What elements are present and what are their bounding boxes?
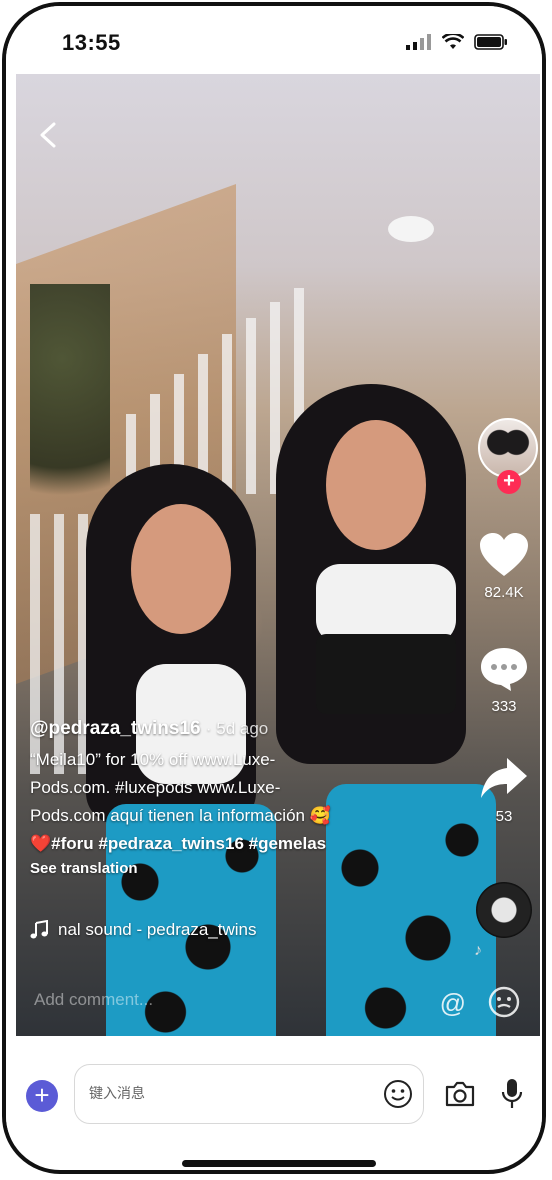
add-attachment-button[interactable]: + <box>26 1080 58 1112</box>
home-indicator[interactable] <box>182 1160 376 1167</box>
battery-icon <box>474 34 507 50</box>
see-translation-link[interactable]: See translation <box>30 860 450 877</box>
chat-input-bar: + <box>6 1036 542 1146</box>
author-username[interactable]: @pedraza_twins16 <box>30 718 201 739</box>
caption-line: “Meila10” for 10% off www.Luxe- <box>30 750 276 769</box>
message-input[interactable] <box>87 1079 371 1109</box>
sound-info[interactable]: nal sound - pedraza_twins <box>30 920 256 940</box>
wifi-icon <box>442 34 464 49</box>
share-count: 53 <box>495 808 513 825</box>
sound-disc-button[interactable] <box>476 882 532 938</box>
video-author[interactable]: @pedraza_twins16 · 5d ago <box>30 718 450 740</box>
video-background-detector <box>388 216 434 242</box>
signal-icon <box>406 34 431 50</box>
caption-text: “Meila10” for 10% off www.Luxe- Pods.com… <box>30 746 450 858</box>
comment-button[interactable]: 333 <box>468 646 540 715</box>
sound-name: nal sound - pedraza_twins <box>58 920 257 939</box>
caption-line: Pods.com. #luxepods www.Luxe- <box>30 778 281 797</box>
back-arrow-icon <box>40 122 56 148</box>
comment-icon <box>481 648 527 691</box>
follow-button[interactable]: + <box>497 470 521 494</box>
emoji-icon[interactable] <box>488 986 520 1018</box>
like-button[interactable]: 82.4K <box>468 532 540 601</box>
share-button[interactable]: 53 <box>468 756 540 825</box>
comment-count: 333 <box>491 698 517 715</box>
phone-frame: 13:55 + 82.4K 333 53 ♪ @pedraza_twins16 … <box>2 2 546 1174</box>
music-note-icon <box>30 920 48 939</box>
floating-music-note-icon: ♪ <box>474 942 482 959</box>
message-input-box[interactable] <box>74 1064 424 1124</box>
add-comment-field[interactable]: Add comment... <box>34 990 153 1010</box>
caption-line: ❤️#foru #pedraza_twins16 #gemelas <box>30 834 327 853</box>
microphone-icon[interactable] <box>500 1078 524 1110</box>
status-icons <box>406 34 508 50</box>
posted-ago: · 5d ago <box>205 719 269 738</box>
video-player[interactable]: + 82.4K 333 53 ♪ @pedraza_twins16 · 5d a… <box>16 74 540 1036</box>
like-count: 82.4K <box>484 584 524 601</box>
status-bar: 13:55 <box>6 6 542 74</box>
smiley-face-icon[interactable] <box>383 1079 413 1109</box>
camera-icon[interactable] <box>444 1080 476 1108</box>
status-time: 13:55 <box>62 30 121 55</box>
at-icon[interactable]: @ <box>440 988 466 1019</box>
comment-bar[interactable]: Add comment... @ <box>16 970 540 1036</box>
heart-icon <box>480 533 528 576</box>
share-icon <box>481 758 527 798</box>
caption-line: Pods.com aquí tienen la información 🥰 <box>30 806 331 825</box>
back-button[interactable] <box>34 120 64 150</box>
creator-avatar-button[interactable]: + <box>478 418 538 494</box>
creator-avatar[interactable] <box>478 418 538 478</box>
video-caption: @pedraza_twins16 · 5d ago “Meila10” for … <box>30 718 450 877</box>
